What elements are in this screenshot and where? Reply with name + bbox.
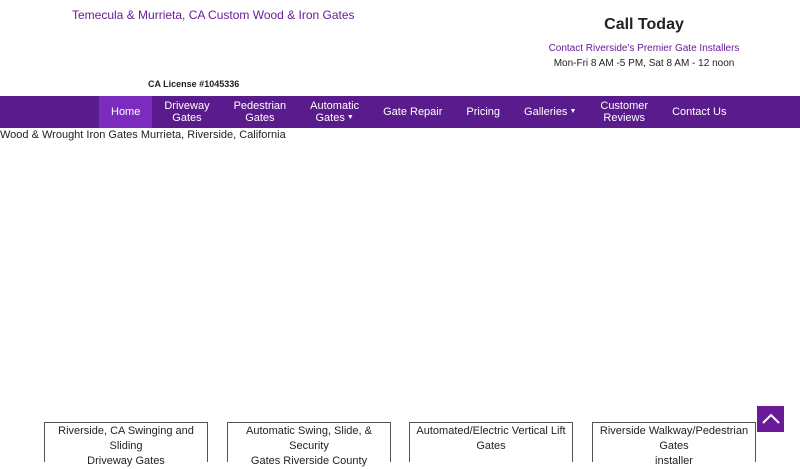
caret-down-icon: ▼	[346, 114, 354, 122]
card-title: Automatic Swing, Slide, & Security Gates …	[246, 425, 372, 467]
back-to-top-button[interactable]	[757, 406, 784, 432]
nav-item-label: Pedestrian Gates	[233, 100, 287, 124]
nav-item-label: Driveway Gates	[164, 100, 210, 124]
business-hours: Mon-Fri 8 AM -5 PM, Sat 8 AM - 12 noon	[553, 58, 735, 69]
card-pedestrian-gates[interactable]: Riverside Walkway/Pedestrian Gates instal…	[592, 422, 756, 467]
call-today-title: Call Today	[604, 16, 684, 33]
nav-item-automatic-gates[interactable]: Automatic Gates ▼	[298, 96, 371, 128]
nav-item-label: Gate Repair	[383, 106, 443, 118]
nav-item-label: Automatic Gates ▼	[310, 99, 360, 124]
call-today-block: Call Today Contact Riverside's Premier G…	[540, 16, 748, 69]
nav-item-gate-repair[interactable]: Gate Repair	[371, 96, 454, 128]
card-vertical-lift-gates[interactable]: Automated/Electric Vertical Lift Gates	[409, 422, 573, 462]
nav-list: Home Driveway Gates Pedestrian Gates Autom…	[99, 96, 738, 128]
card-title: Riverside Walkway/Pedestrian Gates instal…	[599, 425, 749, 467]
chevron-up-icon	[761, 413, 780, 424]
nav-item-label: Galleries ▼	[524, 105, 577, 118]
nav-item-label: Pricing	[466, 106, 501, 118]
page-heading: Wood & Wrought Iron Gates Murrieta, Rive…	[0, 129, 286, 141]
nav-item-pricing[interactable]: Pricing	[454, 96, 512, 128]
card-driveway-gates[interactable]: Riverside, CA Swinging and Sliding Drivew…	[44, 422, 208, 467]
nav-item-customer-reviews[interactable]: Customer Reviews	[588, 96, 660, 128]
card-title: Automated/Electric Vertical Lift Gates	[416, 425, 566, 452]
nav-item-driveway-gates[interactable]: Driveway Gates	[152, 96, 221, 128]
nav-item-galleries[interactable]: Galleries ▼	[512, 96, 588, 128]
contact-installers-link[interactable]: Contact Riverside's Premier Gate Install…	[540, 43, 748, 54]
card-title: Riverside, CA Swinging and Sliding Drivew…	[58, 425, 194, 467]
license-number: CA License #1045336	[148, 79, 240, 89]
gate-category-cards: Riverside, CA Swinging and Sliding Drivew…	[0, 422, 800, 467]
header-tagline-link[interactable]: Temecula & Murrieta, CA Custom Wood & Ir…	[72, 8, 355, 22]
caret-down-icon: ▼	[569, 108, 577, 116]
nav-item-contact-us[interactable]: Contact Us	[660, 96, 738, 128]
nav-item-label: Customer Reviews	[600, 100, 649, 124]
nav-item-label: Contact Us	[672, 106, 727, 118]
nav-item-home[interactable]: Home	[99, 96, 153, 128]
main-navigation: Home Driveway Gates Pedestrian Gates Autom…	[0, 96, 800, 128]
card-automatic-gates[interactable]: Automatic Swing, Slide, & Security Gates …	[227, 422, 391, 467]
nav-item-pedestrian-gates[interactable]: Pedestrian Gates	[222, 96, 299, 128]
nav-item-label: Home	[111, 106, 141, 118]
